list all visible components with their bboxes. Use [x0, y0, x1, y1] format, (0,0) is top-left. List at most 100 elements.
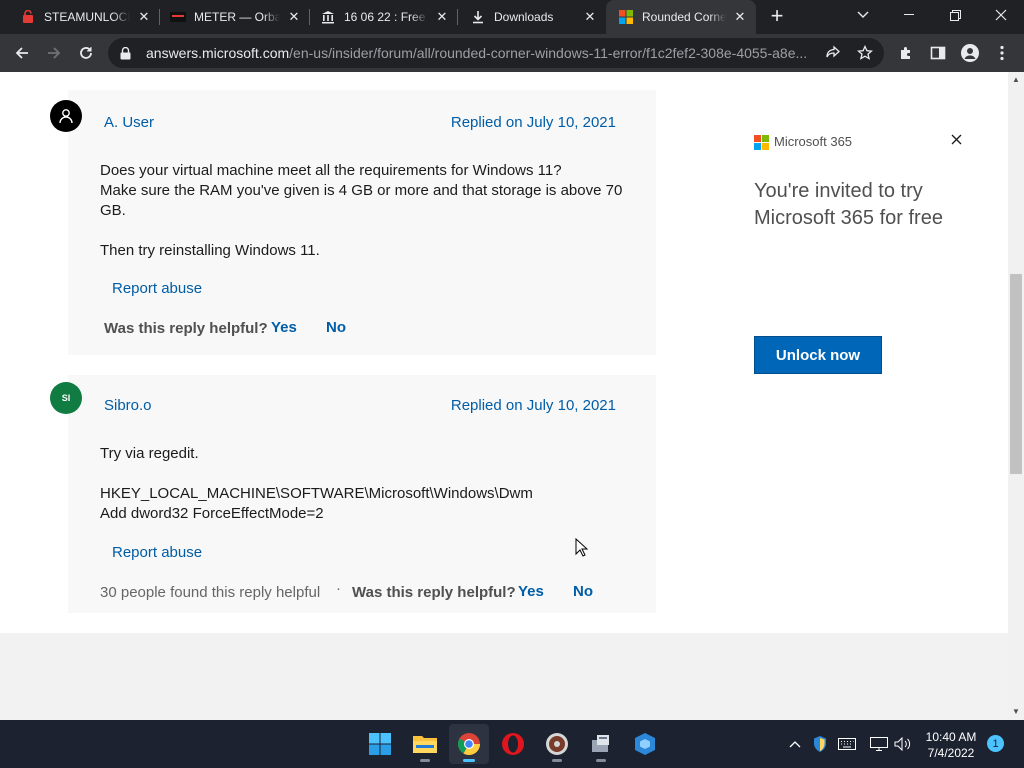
reply-body: Try via regedit. HKEY_LOCAL_MACHINE\SOFT… [100, 444, 630, 524]
yes-button[interactable]: Yes [518, 583, 544, 600]
new-tab-button[interactable]: + [765, 5, 789, 28]
installer-icon[interactable] [581, 724, 621, 764]
address-bar[interactable]: answers.microsoft.com/en-us/insider/foru… [108, 38, 884, 68]
microsoft-favicon [618, 9, 634, 25]
close-icon[interactable]: ✕ [582, 9, 598, 25]
tab-title: METER — Orbai [194, 10, 280, 24]
microsoft-logo-icon [754, 135, 769, 150]
system-clock[interactable]: 10:40 AM 7/4/2022 [920, 729, 982, 761]
notification-badge[interactable]: 1 [987, 735, 1004, 752]
forward-button[interactable] [42, 41, 66, 65]
helpful-question: Was this reply helpful? [104, 320, 268, 337]
side-panel-icon[interactable] [926, 41, 950, 65]
no-button[interactable]: No [573, 583, 593, 600]
tab-steamunlocked[interactable]: STEAMUNLOCKED ✕ [8, 0, 160, 34]
unlock-now-button[interactable]: Unlock now [754, 336, 882, 374]
tab-search-icon[interactable] [840, 0, 886, 30]
chrome-icon[interactable] [449, 724, 489, 764]
archive-favicon [320, 9, 336, 25]
reply-line: HKEY_LOCAL_MACHINE\SOFTWARE\Microsoft\Wi… [100, 485, 533, 502]
avatar-initials: SI [61, 393, 71, 403]
browser-toolbar: answers.microsoft.com/en-us/insider/foru… [0, 34, 1024, 72]
scrollbar-thumb[interactable] [1010, 274, 1022, 474]
avatar: SI [50, 382, 82, 414]
report-abuse-link[interactable]: Report abuse [112, 544, 202, 561]
tab-title: STEAMUNLOCKED [44, 10, 130, 24]
back-button[interactable] [10, 41, 34, 65]
page-footer [0, 633, 1008, 720]
no-button[interactable]: No [326, 319, 346, 336]
clock-time: 10:40 AM [925, 730, 977, 744]
extensions-icon[interactable] [894, 41, 918, 65]
opera-icon[interactable] [493, 724, 533, 764]
reply-date[interactable]: Replied on July 10, 2021 [451, 114, 616, 131]
close-icon[interactable]: ✕ [286, 9, 302, 25]
reply-line: Make sure the RAM you've given is 4 GB o… [100, 182, 623, 199]
ad-brand: Microsoft 365 [774, 134, 853, 149]
running-indicator [463, 759, 475, 762]
tab-title: Rounded Corner Windows 11 error [642, 10, 726, 24]
url-text[interactable]: answers.microsoft.com/en-us/insider/foru… [146, 45, 816, 61]
page-scrollbar[interactable]: ▲ ▼ [1008, 72, 1024, 720]
media-player-icon[interactable] [537, 724, 577, 764]
tab-title: Downloads [494, 10, 554, 24]
taskbar: 10:40 AM 7/4/2022 [0, 720, 1024, 768]
file-explorer-icon[interactable] [405, 724, 445, 764]
reload-button[interactable] [74, 41, 98, 65]
report-abuse-link[interactable]: Report abuse [112, 280, 202, 297]
bookmark-star-icon[interactable] [856, 44, 874, 62]
app-icon[interactable] [625, 724, 665, 764]
url-host: answers.microsoft.com [146, 45, 290, 61]
separator-dot: · [336, 580, 341, 597]
tab-rounded-corner[interactable]: Rounded Corner Windows 11 error ✕ [606, 0, 756, 34]
running-indicator [420, 759, 430, 762]
url-path: /en-us/insider/forum/all/rounded-corner-… [289, 45, 808, 61]
reply-line: Then try reinstalling Windows 11. [100, 242, 320, 259]
show-hidden-icons[interactable] [785, 734, 805, 754]
reply-author[interactable]: Sibro.o [104, 397, 152, 414]
reply-author[interactable]: A. User [104, 114, 154, 131]
close-window-button[interactable] [978, 0, 1024, 30]
restore-button[interactable] [932, 0, 978, 30]
ad-title: You're invited to try Microsoft 365 for … [754, 180, 943, 229]
start-icon[interactable] [360, 724, 400, 764]
profile-icon[interactable] [958, 41, 982, 65]
steamunlocked-favicon [20, 9, 36, 25]
tab-archive[interactable]: 16 06 22 : Free Download ✕ [308, 0, 458, 34]
close-icon[interactable] [949, 132, 963, 146]
meter-favicon [170, 9, 186, 25]
avatar [50, 100, 82, 132]
lock-icon[interactable] [120, 46, 134, 60]
reply-line: Try via regedit. [100, 445, 199, 462]
reply-line: Add dword32 ForceEffectMode=2 [100, 505, 324, 522]
reply-card: A. User Replied on July 10, 2021 Does yo… [50, 90, 656, 355]
running-indicator [552, 759, 562, 762]
security-shield-icon[interactable] [810, 734, 830, 754]
scroll-up-icon[interactable]: ▲ [1008, 72, 1024, 88]
helpful-question: Was this reply helpful? [352, 584, 516, 601]
clock-date: 7/4/2022 [927, 746, 975, 760]
running-indicator [596, 759, 606, 762]
menu-icon[interactable] [990, 41, 1014, 65]
close-icon[interactable]: ✕ [732, 9, 748, 25]
reply-date[interactable]: Replied on July 10, 2021 [451, 397, 616, 414]
share-icon[interactable] [824, 44, 842, 62]
scroll-down-icon[interactable]: ▼ [1008, 704, 1024, 720]
download-icon [470, 9, 486, 25]
keyboard-icon[interactable] [837, 734, 857, 754]
reply-card: SI Sibro.o Replied on July 10, 2021 Try … [50, 375, 656, 613]
tab-downloads[interactable]: Downloads ✕ [458, 0, 606, 34]
yes-button[interactable]: Yes [271, 319, 297, 336]
web-page: A. User Replied on July 10, 2021 Does yo… [0, 72, 1008, 720]
minimize-button[interactable] [886, 0, 932, 30]
close-icon[interactable]: ✕ [136, 9, 152, 25]
user-icon [59, 109, 73, 124]
tab-meter[interactable]: METER — Orbai ✕ [158, 0, 310, 34]
tab-strip: STEAMUNLOCKED ✕ METER — Orbai ✕ 16 06 22… [0, 0, 1024, 34]
network-icon[interactable] [869, 734, 889, 754]
reply-line [100, 464, 630, 484]
close-icon[interactable]: ✕ [434, 9, 450, 25]
tab-title: 16 06 22 : Free Download [344, 10, 428, 24]
reply-line: Does your virtual machine meet all the r… [100, 162, 562, 179]
volume-icon[interactable] [893, 734, 913, 754]
